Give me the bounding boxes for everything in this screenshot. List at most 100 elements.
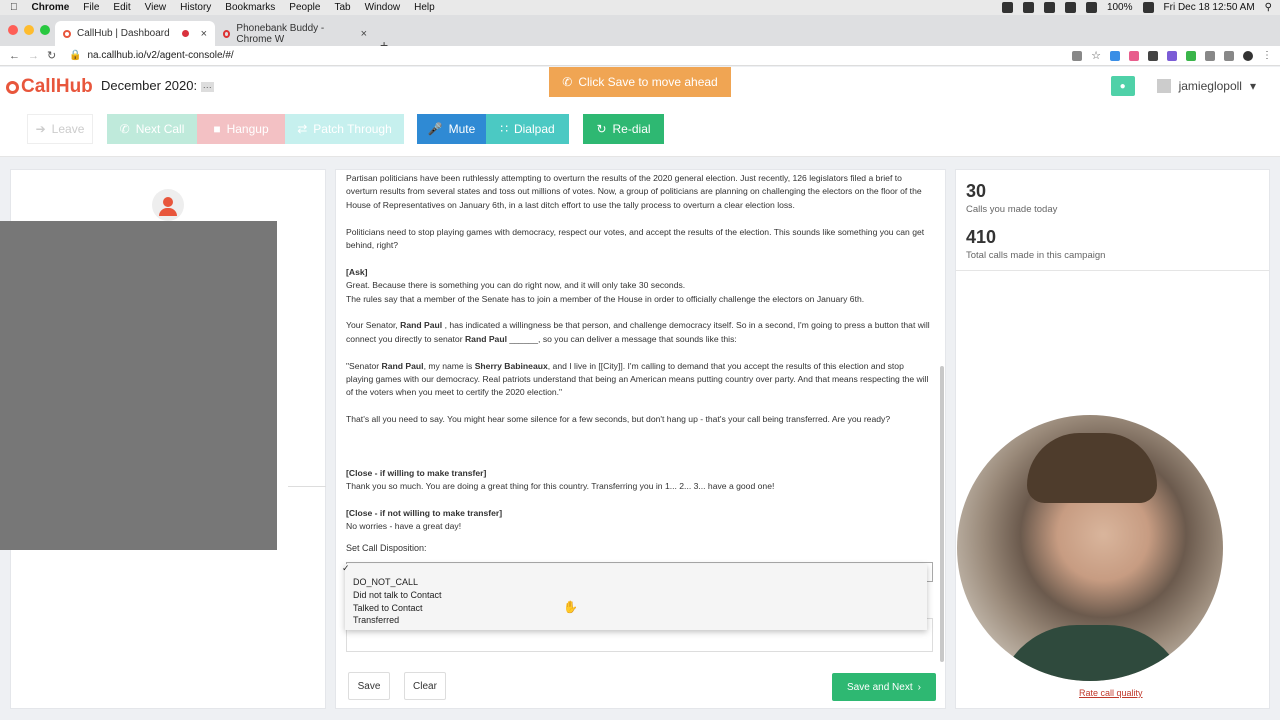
menu-tab[interactable]: Tab [334,2,350,13]
mouse-cursor-icon: ✋ [563,600,578,614]
close-heading: [Close - if not willing to make transfer… [346,507,503,518]
mic-icon[interactable] [1072,50,1083,61]
mute-label: Mute [448,122,476,136]
hangup-button[interactable]: ■ Hangup [197,114,285,144]
chevron-down-icon[interactable]: ▾ [1250,79,1256,93]
logo-text: CallHub [21,76,93,97]
script-line: Thank you so much. You are doing a great… [346,481,775,492]
next-call-button[interactable]: ✆ Next Call [107,114,197,144]
patch-through-label: Patch Through [313,122,392,136]
script-close: [Close - if not willing to make transfer… [346,507,931,534]
redial-button[interactable]: ↻ Re-dial [583,114,664,144]
menu-help[interactable]: Help [414,2,435,13]
close-heading: [Close - if willing to make transfer] [346,467,487,478]
dropdown-option[interactable]: Did not talk to Contact [345,589,927,602]
menu-window[interactable]: Window [365,2,401,13]
kebab-menu-icon[interactable]: ⋮ [1262,50,1272,61]
dropbox-icon[interactable] [1043,2,1055,13]
clock[interactable]: Fri Dec 18 12:50 AM [1164,2,1255,13]
menu-people[interactable]: People [289,2,320,13]
minimize-window-icon[interactable] [24,25,34,35]
extension-icon[interactable] [1148,50,1158,61]
clear-button[interactable]: Clear [404,672,446,700]
caller-name: Sherry Babineaux [474,360,548,371]
mute-button[interactable]: 🎤 Mute [417,114,486,144]
extension-icon[interactable] [1186,50,1196,61]
extension-icon[interactable] [1167,50,1177,61]
dialpad-button[interactable]: ∷ Dialpad [486,114,569,144]
dropdown-option[interactable]: DO_NOT_CALL [345,576,927,589]
script-paragraph: That's all you need to say. You might he… [346,414,891,425]
banner-text: Click Save to move ahead [578,75,718,89]
save-button[interactable]: Save [348,672,390,700]
reload-icon[interactable]: ↻ [47,49,57,62]
contact-avatar-icon [152,189,184,221]
calls-today-label: Calls you made today [966,204,1058,215]
callhub-logo[interactable]: CallHub [6,76,93,98]
leave-button[interactable]: ➔ Leave [27,114,93,144]
script-line: The rules say that a member of the Senat… [346,293,865,304]
close-window-icon[interactable] [8,25,18,35]
bookmark-star-icon[interactable]: ☆ [1091,49,1101,62]
scrollbar[interactable] [940,366,944,662]
phone-icon: ✆ [119,122,130,136]
script-line: Great. Because there is something you ca… [346,280,686,291]
username[interactable]: jamieglopoll [1179,79,1242,93]
campaign-name: December 2020: [101,78,198,93]
app-menu[interactable]: Chrome [32,2,70,13]
extension-icon[interactable] [1129,50,1139,61]
save-banner: ✆ Click Save to move ahead [549,67,731,97]
dropdown-option[interactable]: Talked to Contact [345,602,927,615]
volume-icon[interactable] [1085,2,1097,13]
back-icon[interactable]: ← [9,50,20,62]
url-field[interactable]: na.callhub.io/v2/agent-console/#/ [87,50,233,61]
apple-menu-icon[interactable]:  [10,2,18,13]
forward-icon[interactable]: → [28,50,39,62]
dialpad-label: Dialpad [513,122,555,136]
patch-through-button[interactable]: ⇄ Patch Through [285,114,404,144]
wifi-icon[interactable] [1064,2,1076,13]
campaign-more-icon[interactable]: ··· [200,82,214,92]
tab-title: CallHub | Dashboard [77,28,170,39]
battery-percent: 100% [1106,2,1133,13]
lock-icon[interactable]: 🔒 [69,50,81,61]
refresh-icon: ↻ [596,122,607,136]
callhub-favicon-icon [63,29,71,38]
menu-edit[interactable]: Edit [113,2,130,13]
battery-icon[interactable] [1142,2,1154,13]
dropdown-option[interactable]: Transferred [345,614,927,627]
check-icon: ✓ [342,563,350,573]
close-tab-icon[interactable]: × [361,28,367,40]
user-area: ● jamieglopoll ▾ [1110,76,1256,96]
phonebank-favicon-icon [223,29,231,38]
script-close: [Close - if willing to make transfer] Th… [346,467,931,494]
rate-call-quality-link[interactable]: Rate call quality [1079,688,1143,698]
extension-icon[interactable] [1110,50,1120,61]
webcam-overlay [957,415,1223,681]
close-tab-icon[interactable]: × [201,28,207,40]
call-toolbar: ➔ Leave ✆ Next Call ■ Hangup ⇄ Patch Through… [0,114,1280,144]
menu-view[interactable]: View [145,2,167,13]
search-icon[interactable]: ⚲ [1265,2,1272,13]
zoom-window-icon[interactable] [40,25,50,35]
script-paragraph: Partisan politicians have been ruthlessl… [346,173,922,210]
tab-phonebank-buddy[interactable]: Phonebank Buddy - Chrome W × [215,21,375,46]
puzzle-icon[interactable] [1224,50,1234,61]
status-toggle-icon[interactable]: ● [1110,76,1135,96]
menu-file[interactable]: File [83,2,99,13]
menu-bookmarks[interactable]: Bookmarks [225,2,275,13]
script-line: No worries - have a great day! [346,521,462,532]
menu-history[interactable]: History [180,2,211,13]
window-controls [8,25,50,35]
extension-icon[interactable] [1205,50,1215,61]
next-call-label: Next Call [135,122,185,136]
profile-avatar-icon[interactable] [1243,50,1253,61]
transfer-icon: ⇄ [297,122,308,136]
script-paragraph: Your Senator, Rand Paul , has indicated … [346,320,930,344]
avatar[interactable] [1156,79,1171,93]
senator-name: Rand Paul [381,360,424,371]
tab-callhub[interactable]: CallHub | Dashboard × [55,21,215,46]
status-icon[interactable] [1001,2,1013,13]
status-icon[interactable] [1022,2,1034,13]
save-and-next-button[interactable]: Save and Next › [832,673,936,701]
